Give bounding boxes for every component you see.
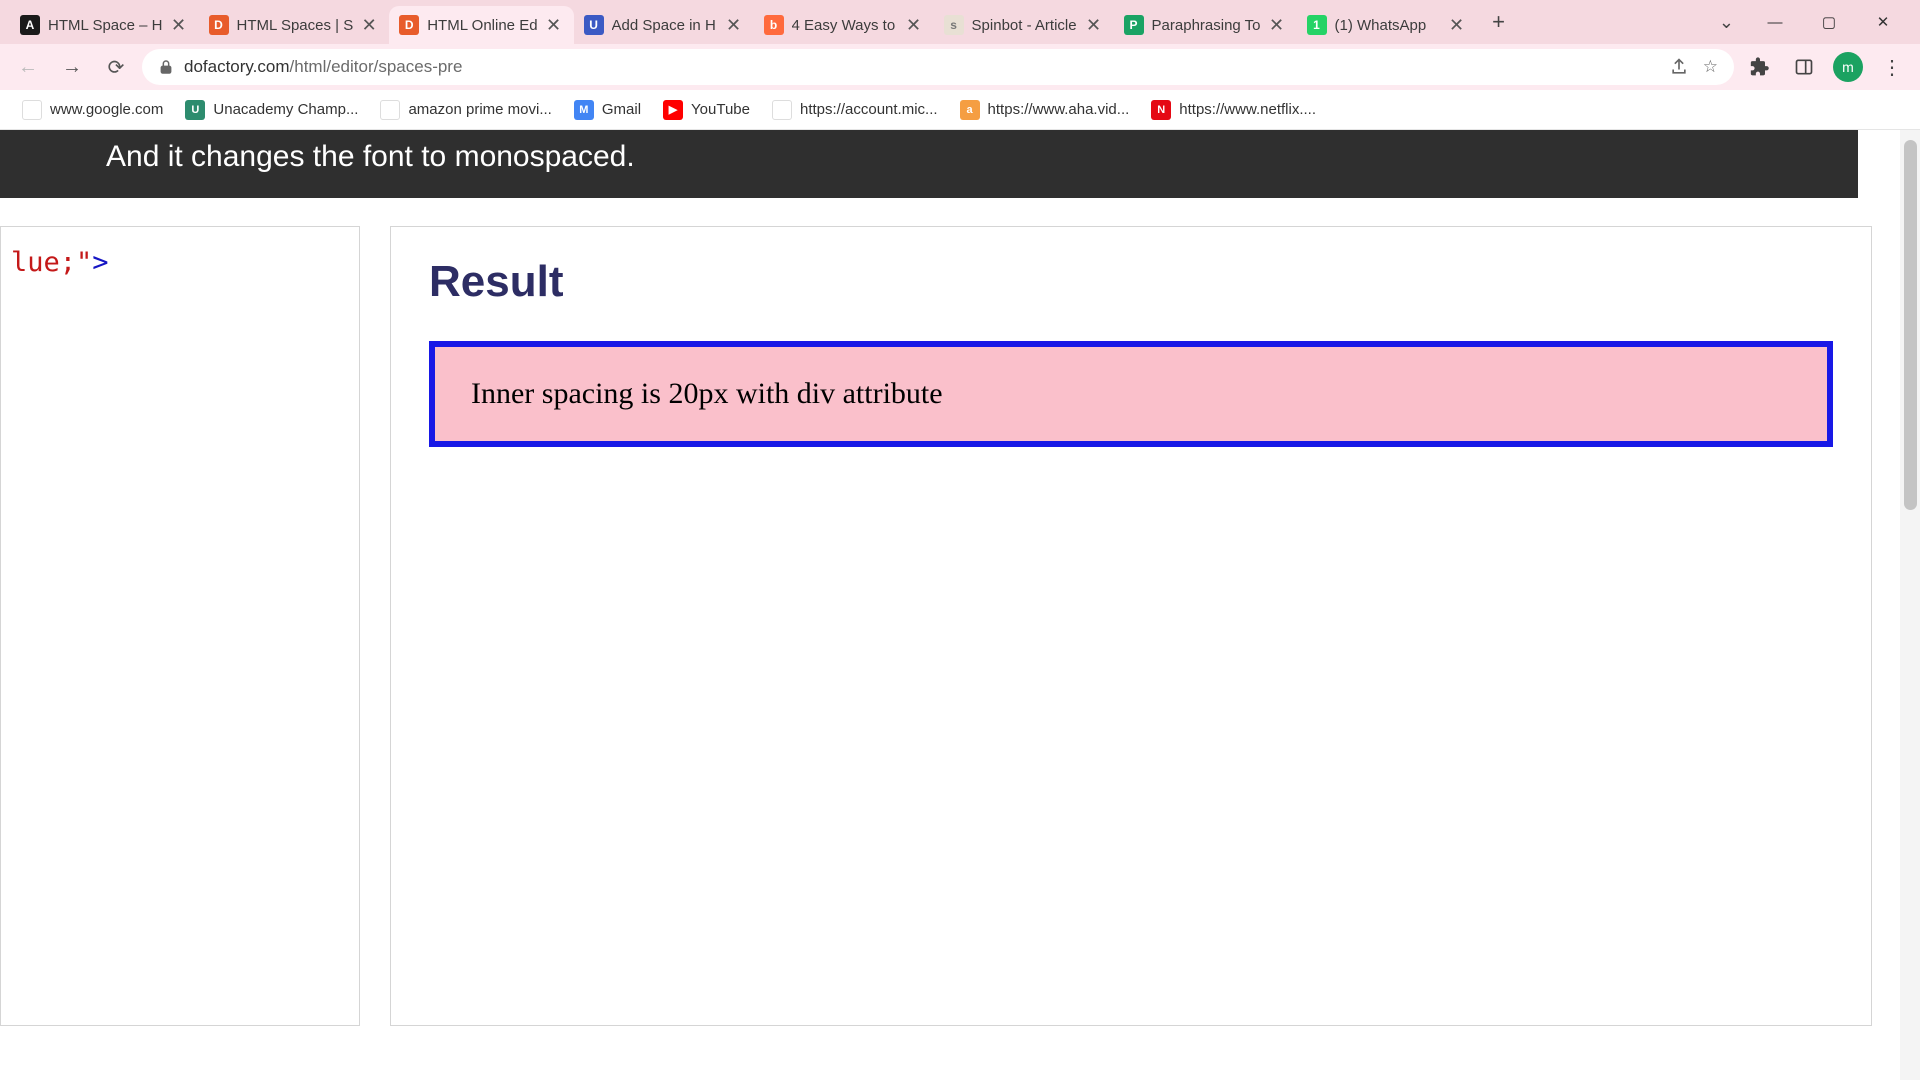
- result-demo-box: Inner spacing is 20px with div attribute: [429, 341, 1833, 447]
- browser-tab[interactable]: P Paraphrasing To ✕: [1114, 6, 1297, 44]
- scrollbar-thumb[interactable]: [1904, 140, 1917, 510]
- code-fragment: >: [92, 247, 108, 278]
- close-window-button[interactable]: ✕: [1856, 2, 1910, 42]
- tab-favicon: A: [20, 15, 40, 35]
- lock-icon: [158, 59, 174, 75]
- tab-close-button[interactable]: ✕: [1447, 15, 1467, 36]
- browser-tab[interactable]: D HTML Online Ed ✕: [389, 6, 573, 44]
- result-heading: Result: [429, 257, 1833, 307]
- extensions-icon[interactable]: [1742, 49, 1778, 85]
- tab-favicon: b: [764, 15, 784, 35]
- bookmark-item[interactable]: ▶ YouTube: [655, 96, 758, 124]
- forward-button[interactable]: →: [54, 49, 90, 85]
- tab-close-button[interactable]: ✕: [1267, 15, 1287, 36]
- address-domain: dofactory.com: [184, 57, 290, 77]
- tab-close-button[interactable]: ✕: [904, 15, 924, 36]
- browser-tab[interactable]: 1 (1) WhatsApp ✕: [1297, 6, 1477, 44]
- bookmark-favicon: ⊞: [772, 100, 792, 120]
- tab-title: HTML Spaces | S: [237, 17, 354, 34]
- tab-search-dropdown[interactable]: ⌄: [1705, 12, 1748, 33]
- browser-tab[interactable]: b 4 Easy Ways to ✕: [754, 6, 934, 44]
- description-banner: And it changes the font to monospaced.: [0, 130, 1858, 198]
- bookmark-item[interactable]: M Gmail: [566, 96, 649, 124]
- tab-favicon: D: [399, 15, 419, 35]
- bookmark-item[interactable]: Gwww.google.com: [14, 96, 171, 124]
- tab-title: HTML Space – H: [48, 17, 163, 34]
- address-row: ← → ⟳ dofactory.com/html/editor/spaces-p…: [0, 44, 1920, 90]
- bookmark-item[interactable]: a https://www.aha.vid...: [952, 96, 1138, 124]
- result-box-text: Inner spacing is 20px with div attribute: [471, 377, 1791, 411]
- bookmarks-bar: Gwww.google.com U Unacademy Champ... Gamazo…: [0, 90, 1920, 130]
- tab-close-button[interactable]: ✕: [169, 15, 189, 36]
- bookmark-item[interactable]: ⊞ https://account.mic...: [764, 96, 946, 124]
- reload-button[interactable]: ⟳: [98, 49, 134, 85]
- bookmark-item[interactable]: Gamazon prime movi...: [372, 96, 559, 124]
- window-controls: — ▢ ✕: [1748, 2, 1910, 42]
- bookmark-label: Unacademy Champ...: [213, 101, 358, 118]
- sidepanel-icon[interactable]: [1786, 49, 1822, 85]
- tab-favicon: P: [1124, 15, 1144, 35]
- bookmark-label: amazon prime movi...: [408, 101, 551, 118]
- code-fragment: lue;": [11, 247, 92, 278]
- tab-close-button[interactable]: ✕: [724, 15, 744, 36]
- bookmark-label: YouTube: [691, 101, 750, 118]
- profile-avatar[interactable]: m: [1830, 49, 1866, 85]
- bookmark-favicon: G: [380, 100, 400, 120]
- tab-close-button[interactable]: ✕: [359, 15, 379, 36]
- minimize-button[interactable]: —: [1748, 2, 1802, 42]
- new-tab-button[interactable]: +: [1483, 6, 1515, 38]
- vertical-scrollbar[interactable]: [1900, 130, 1920, 1080]
- browser-chrome: A HTML Space – H ✕ D HTML Spaces | S ✕ D HTML O…: [0, 0, 1920, 130]
- result-panel: Result Inner spacing is 20px with div at…: [390, 226, 1872, 1026]
- tab-close-button[interactable]: ✕: [544, 15, 564, 36]
- bookmark-favicon: a: [960, 100, 980, 120]
- banner-text: And it changes the font to monospaced.: [106, 140, 635, 173]
- browser-tab[interactable]: U Add Space in H ✕: [574, 6, 754, 44]
- tab-close-button[interactable]: ✕: [1084, 15, 1104, 36]
- browser-tab[interactable]: A HTML Space – H ✕: [10, 6, 199, 44]
- bookmark-favicon: ▶: [663, 100, 683, 120]
- bookmark-item[interactable]: U Unacademy Champ...: [177, 96, 366, 124]
- tab-title: Paraphrasing To: [1152, 17, 1261, 34]
- browser-tab[interactable]: s Spinbot - Article ✕: [934, 6, 1114, 44]
- share-icon[interactable]: [1669, 57, 1689, 77]
- bookmark-label: https://www.netflix....: [1179, 101, 1316, 118]
- tab-title: Add Space in H: [612, 17, 718, 34]
- tab-title: (1) WhatsApp: [1335, 17, 1441, 34]
- address-path: /html/editor/spaces-pre: [290, 57, 463, 77]
- bookmark-item[interactable]: Nhttps://www.netflix....: [1143, 96, 1324, 124]
- tab-title: Spinbot - Article: [972, 17, 1078, 34]
- back-button[interactable]: ←: [10, 49, 46, 85]
- tab-favicon: 1: [1307, 15, 1327, 35]
- bookmark-label: https://www.aha.vid...: [988, 101, 1130, 118]
- code-editor-panel[interactable]: lue;">: [0, 226, 360, 1026]
- bookmark-favicon: G: [22, 100, 42, 120]
- tab-strip: A HTML Space – H ✕ D HTML Spaces | S ✕ D HTML O…: [0, 0, 1920, 44]
- bookmark-label: www.google.com: [50, 101, 163, 118]
- maximize-button[interactable]: ▢: [1802, 2, 1856, 42]
- tab-favicon: s: [944, 15, 964, 35]
- bookmark-star-icon[interactable]: ☆: [1703, 57, 1718, 77]
- tab-favicon: U: [584, 15, 604, 35]
- tab-title: 4 Easy Ways to: [792, 17, 898, 34]
- address-bar[interactable]: dofactory.com/html/editor/spaces-pre ☆: [142, 49, 1734, 85]
- page-content: And it changes the font to monospaced. l…: [0, 130, 1920, 1080]
- bookmark-favicon: M: [574, 100, 594, 120]
- tab-title: HTML Online Ed: [427, 17, 537, 34]
- bookmark-label: https://account.mic...: [800, 101, 938, 118]
- chrome-menu-button[interactable]: ⋮: [1874, 49, 1910, 85]
- bookmark-favicon: N: [1151, 100, 1171, 120]
- bookmark-label: Gmail: [602, 101, 641, 118]
- tab-favicon: D: [209, 15, 229, 35]
- browser-tab[interactable]: D HTML Spaces | S ✕: [199, 6, 390, 44]
- bookmark-favicon: U: [185, 100, 205, 120]
- editor-layout: lue;"> Result Inner spacing is 20px with…: [0, 198, 1920, 1026]
